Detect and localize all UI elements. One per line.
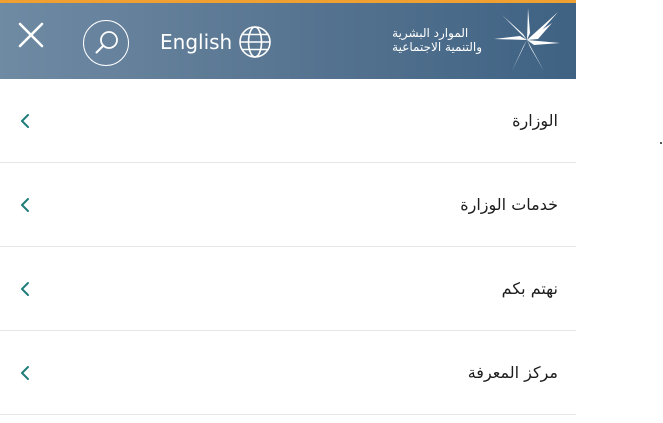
background-dot	[660, 142, 662, 144]
menu-item-ministry-services[interactable]: خدمات الوزارة	[0, 163, 576, 247]
navigation-drawer: English الموارد البشرية والتنمية الاجتما…	[0, 0, 576, 423]
menu-item-knowledge-center[interactable]: مركز المعرفة	[0, 331, 576, 415]
brand-line-1: الموارد البشرية	[392, 26, 469, 40]
close-button[interactable]	[14, 18, 48, 52]
ministry-brand[interactable]: الموارد البشرية والتنمية الاجتماعية	[392, 6, 562, 74]
language-switch-button[interactable]: English	[160, 22, 272, 62]
brand-line-2: والتنمية الاجتماعية	[392, 40, 482, 54]
chevron-left-icon	[21, 282, 29, 296]
ministry-name: الموارد البشرية والتنمية الاجتماعية	[392, 26, 482, 54]
main-menu: الوزارة خدمات الوزارة نهتم بكم مركز المع…	[0, 79, 576, 415]
menu-item-label: مركز المعرفة	[467, 363, 558, 382]
drawer-header: English الموارد البشرية والتنمية الاجتما…	[0, 0, 576, 79]
menu-item-label: نهتم بكم	[501, 279, 558, 298]
header-accent-bar	[0, 0, 576, 3]
menu-item-label: الوزارة	[512, 111, 558, 130]
ministry-logo-icon	[494, 8, 560, 71]
chevron-left-icon	[21, 366, 29, 380]
close-icon	[18, 22, 44, 48]
menu-item-ministry[interactable]: الوزارة	[0, 79, 576, 163]
menu-item-we-care[interactable]: نهتم بكم	[0, 247, 576, 331]
language-label: English	[160, 30, 233, 54]
menu-item-label: خدمات الوزارة	[460, 195, 558, 214]
globe-icon	[239, 26, 272, 58]
chevron-left-icon	[21, 198, 29, 212]
search-button[interactable]	[83, 20, 129, 66]
chevron-left-icon	[21, 114, 29, 128]
search-icon	[95, 31, 118, 54]
